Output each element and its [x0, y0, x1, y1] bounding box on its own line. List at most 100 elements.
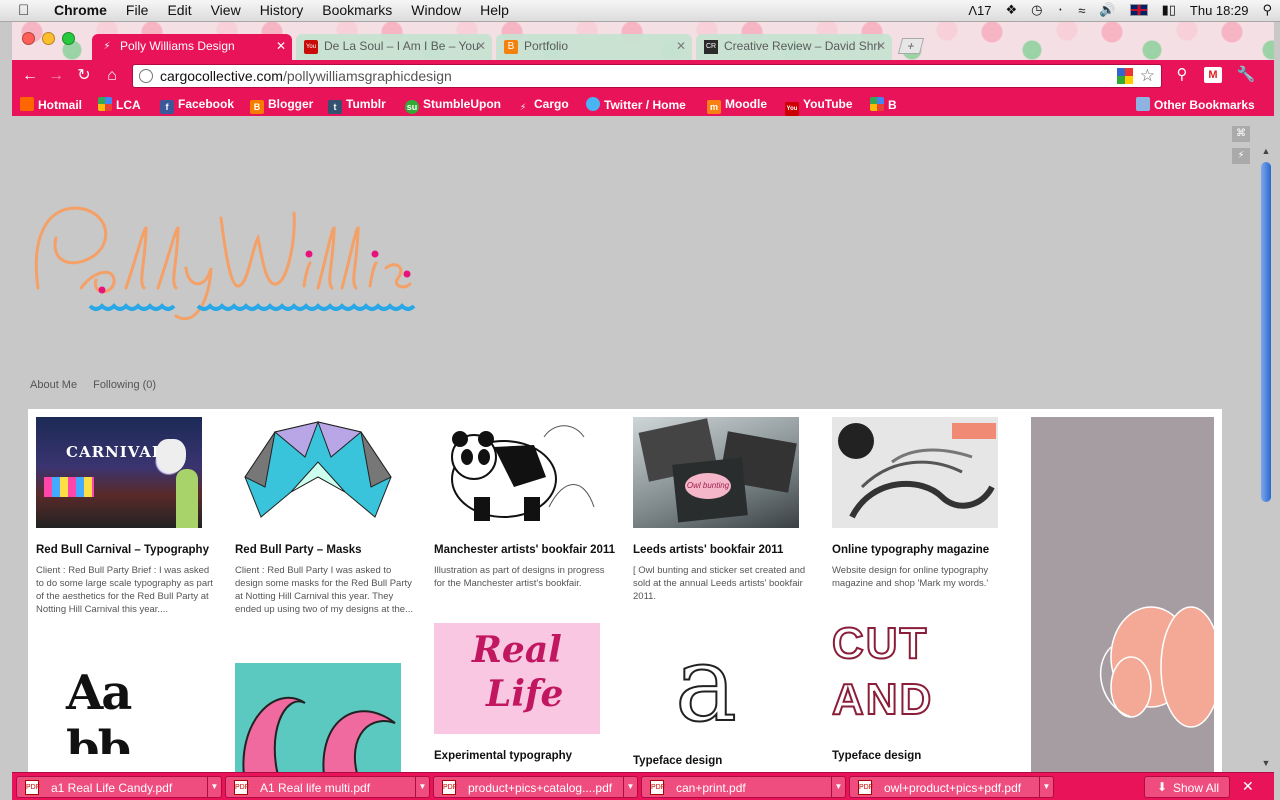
show-all-downloads-button[interactable]: ⬇ Show All [1144, 776, 1230, 798]
project-title[interactable]: Leeds artists' bookfair 2011 [633, 544, 823, 556]
minimize-window-button[interactable] [42, 32, 55, 45]
forward-arrow-icon[interactable]: → [46, 66, 66, 86]
bookmark-b[interactable]: B [870, 97, 897, 112]
dropbox-icon[interactable]: ❖ [1005, 2, 1017, 18]
close-tab-icon[interactable]: ✕ [476, 39, 486, 53]
project-title[interactable]: Red Bull Party – Masks [235, 544, 425, 556]
page-scrollbar[interactable]: ▲ ▼ [1260, 146, 1272, 768]
close-tab-icon[interactable]: ✕ [276, 39, 286, 53]
home-icon[interactable]: ⌂ [102, 66, 122, 86]
project-thumbnail[interactable] [434, 417, 600, 528]
project-title[interactable]: Typeface design [633, 755, 823, 767]
project-card[interactable]: Aa bb [36, 643, 226, 754]
close-window-button[interactable] [22, 32, 35, 45]
battery-icon[interactable]: ▮▯ [1162, 2, 1176, 18]
wifi-icon[interactable]: ≈ [1078, 3, 1085, 18]
project-card[interactable]: Real Life Experimental typography [434, 623, 624, 762]
other-bookmarks[interactable]: Other Bookmarks [1136, 97, 1255, 112]
bookmark-stumbleupon[interactable]: su StumbleUpon [405, 97, 501, 114]
menu-file[interactable]: File [126, 2, 149, 18]
project-thumbnail[interactable]: Owl bunting [633, 417, 799, 528]
apple-icon[interactable]:  [18, 2, 29, 19]
extension-color-icon[interactable] [1117, 68, 1133, 84]
cargo-tool-icon[interactable]: ⌘ [1232, 126, 1250, 142]
menu-chrome[interactable]: Chrome [54, 2, 107, 18]
menu-window[interactable]: Window [411, 2, 461, 18]
project-thumbnail[interactable]: Aa bb [36, 643, 202, 754]
cargo-bolt-icon[interactable]: ⚡ [1232, 148, 1250, 164]
download-item[interactable]: PDF owl+product+pics+pdf.pdf ▼ [849, 776, 1054, 798]
back-arrow-icon[interactable]: ← [20, 66, 40, 86]
search-extension-icon[interactable]: ⚲ [1172, 65, 1192, 85]
project-thumbnail[interactable] [1031, 417, 1214, 772]
menu-history[interactable]: History [260, 2, 304, 18]
spotlight-search-icon[interactable]: ⚲ [1262, 2, 1272, 18]
address-bar[interactable]: cargocollective.com/pollywilliamsgraphic… [132, 64, 1162, 88]
project-thumbnail[interactable] [235, 417, 401, 528]
chevron-down-icon[interactable]: ▼ [415, 777, 429, 797]
project-title[interactable]: Online typography magazine [832, 544, 1022, 556]
menu-view[interactable]: View [211, 2, 241, 18]
close-tab-icon[interactable]: ✕ [676, 39, 686, 53]
wrench-menu-icon[interactable]: 🔧 [1236, 65, 1256, 85]
volume-icon[interactable]: 🔊 [1099, 2, 1115, 18]
gmail-checker-icon[interactable]: M [1204, 67, 1222, 83]
project-thumbnail[interactable]: a [633, 631, 799, 755]
uk-flag-icon[interactable] [1129, 4, 1148, 16]
project-thumbnail[interactable]: Real Life [434, 623, 600, 734]
chevron-down-icon[interactable]: ▼ [623, 777, 637, 797]
nav-about-me[interactable]: About Me [30, 379, 77, 391]
tab-portfolio[interactable]: B Portfolio ✕ [496, 34, 692, 60]
tab-creative-review[interactable]: CR Creative Review – David Shri ✕ [696, 34, 892, 60]
project-thumbnail[interactable]: CARNIVAL [36, 417, 202, 528]
bookmark-twitter[interactable]: Twitter / Home [586, 97, 686, 112]
project-card[interactable]: Manchester artists' bookfair 2011 Illust… [434, 417, 624, 590]
nav-following[interactable]: Following (0) [93, 379, 156, 391]
project-card[interactable] [235, 663, 425, 772]
bluetooth-icon[interactable]: ᛫ [1056, 3, 1064, 18]
bookmark-star-icon[interactable]: ☆ [1140, 66, 1155, 86]
menu-help[interactable]: Help [480, 2, 509, 18]
time-machine-icon[interactable]: ◷ [1031, 2, 1042, 18]
tab-polly-williams[interactable]: ⚡ Polly Williams Design ✕ [92, 34, 292, 60]
chevron-down-icon[interactable]: ▼ [831, 777, 845, 797]
bookmark-blogger[interactable]: B Blogger [250, 97, 313, 114]
bookmark-lca[interactable]: LCA [98, 97, 141, 112]
reload-icon[interactable]: ↻ [74, 66, 94, 86]
bookmark-hotmail[interactable]: Hotmail [20, 97, 82, 112]
project-title[interactable]: Manchester artists' bookfair 2011 [434, 544, 624, 556]
close-tab-icon[interactable]: ✕ [876, 39, 886, 53]
project-thumbnail[interactable]: CUT AND [832, 623, 998, 734]
bookmark-cargo[interactable]: ⚡ Cargo [516, 97, 569, 114]
bookmark-facebook[interactable]: f Facebook [160, 97, 234, 114]
menu-edit[interactable]: Edit [167, 2, 191, 18]
project-card[interactable]: Red Bull Party – Masks Client : Red Bull… [235, 417, 425, 616]
adobe-updater-icon[interactable]: Λ17 [968, 3, 991, 18]
project-title[interactable]: Experimental typography [434, 750, 624, 762]
project-card[interactable]: CUT AND Typeface design [832, 623, 1022, 762]
zoom-window-button[interactable] [62, 32, 75, 45]
menu-bookmarks[interactable]: Bookmarks [322, 2, 392, 18]
project-thumbnail[interactable] [832, 417, 998, 528]
scroll-down-icon[interactable]: ▼ [1260, 758, 1272, 768]
bookmark-youtube[interactable]: You YouTube [785, 97, 853, 116]
scroll-up-icon[interactable]: ▲ [1260, 146, 1272, 156]
project-card[interactable]: CARNIVAL Red Bull Carnival – Typography … [36, 417, 226, 616]
project-title[interactable]: Red Bull Carnival – Typography [36, 544, 226, 556]
close-download-shelf-icon[interactable]: ✕ [1242, 778, 1254, 795]
bookmark-moodle[interactable]: m Moodle [707, 97, 767, 114]
new-tab-button[interactable]: + [897, 38, 925, 54]
project-title[interactable]: Typeface design [832, 750, 1022, 762]
project-thumbnail[interactable] [235, 663, 401, 772]
chevron-down-icon[interactable]: ▼ [1039, 777, 1053, 797]
download-item[interactable]: PDF product+pics+catalog....pdf ▼ [433, 776, 638, 798]
clock[interactable]: Thu 18:29 [1190, 3, 1249, 18]
download-item[interactable]: PDF A1 Real life multi.pdf ▼ [225, 776, 430, 798]
project-card[interactable]: a Typeface design [633, 631, 823, 767]
chevron-down-icon[interactable]: ▼ [207, 777, 221, 797]
tab-de-la-soul[interactable]: You De La Soul – I Am I Be – You ✕ [296, 34, 492, 60]
polly-williams-logo[interactable] [26, 198, 416, 338]
download-item[interactable]: PDF can+print.pdf ▼ [641, 776, 846, 798]
download-item[interactable]: PDF a1 Real Life Candy.pdf ▼ [16, 776, 222, 798]
project-card[interactable]: Online typography magazine Website desig… [832, 417, 1022, 590]
